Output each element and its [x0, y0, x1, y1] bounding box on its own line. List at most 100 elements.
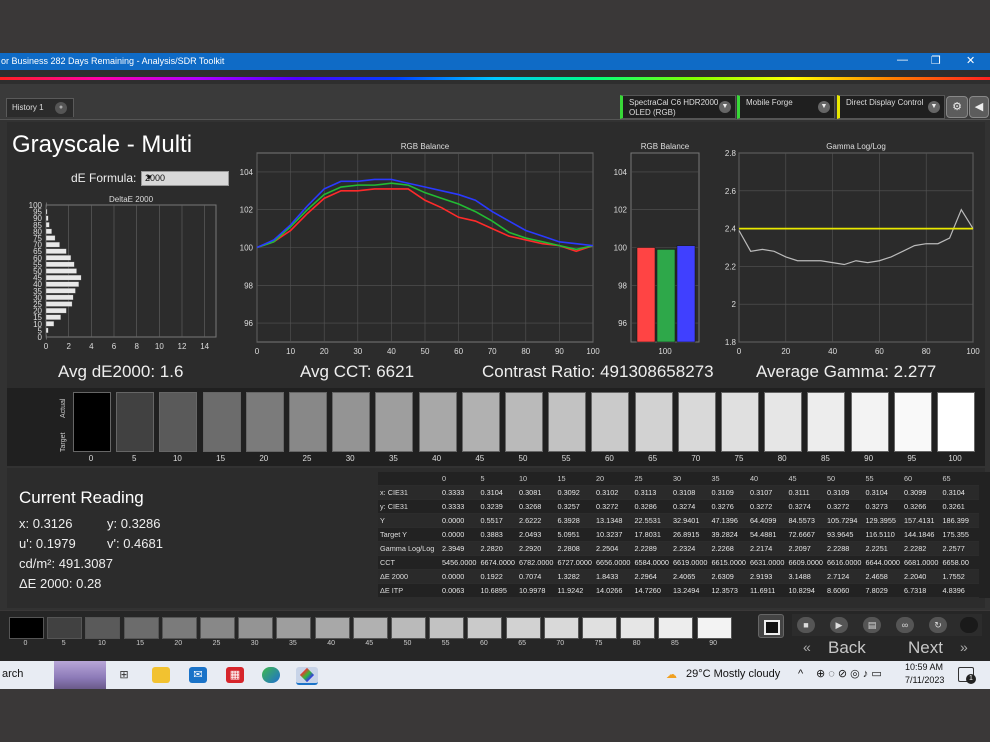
- gray-swatch[interactable]: [375, 392, 414, 452]
- table-header-cell: 35: [709, 472, 748, 486]
- mail-icon[interactable]: ✉: [189, 667, 207, 683]
- clock-time[interactable]: 10:59 AM: [905, 662, 943, 672]
- chevron-up-icon[interactable]: ^: [798, 668, 803, 680]
- table-row[interactable]: Target Y 0.0000 0.3883 2.0493 5.0951 10.3237 1…: [378, 527, 979, 542]
- weather-icon: ☁: [666, 669, 677, 681]
- bottom-swatch[interactable]: [47, 617, 83, 639]
- gamma-chart-title: Gamma Log/Log: [826, 142, 886, 151]
- search-box[interactable]: arch: [2, 668, 23, 680]
- bottom-swatch[interactable]: [314, 617, 350, 639]
- link-icon[interactable]: ∞: [896, 617, 914, 633]
- table-row[interactable]: Gamma Log/Log 2.3949 2.2820 2.2920 2.2808 2.2…: [378, 541, 979, 556]
- gamma-y-tick-label: 1.8: [725, 338, 737, 347]
- table-cell: 6619.0000: [671, 555, 710, 570]
- gray-swatch[interactable]: [893, 392, 932, 452]
- bottom-swatch[interactable]: [9, 617, 44, 639]
- gray-swatch[interactable]: [807, 392, 846, 452]
- bottom-swatch[interactable]: [658, 617, 694, 639]
- table-cell: 6.3928: [555, 513, 594, 528]
- table-cell: 6656.0000: [594, 555, 633, 570]
- delta-e-x-tick-label: 8: [134, 342, 139, 351]
- weather-text[interactable]: 29°C Mostly cloudy: [686, 668, 780, 680]
- bottom-swatch[interactable]: [543, 617, 579, 639]
- bottom-swatch[interactable]: [200, 617, 235, 639]
- table-cell: 2.2097: [786, 541, 825, 556]
- bottom-swatch[interactable]: [582, 617, 617, 639]
- system-tray-icons[interactable]: ⊕ ◌ ⊘ ◎ ♪ ▭: [816, 667, 882, 680]
- delta-e-bar: [45, 327, 49, 334]
- table-cell: 0.3272: [825, 499, 864, 514]
- table-cell: 7.8029: [863, 583, 902, 598]
- record-button[interactable]: [758, 614, 784, 638]
- gray-swatch[interactable]: [850, 392, 889, 452]
- gray-swatch[interactable]: [634, 392, 673, 452]
- table-cell: 0.3092: [555, 485, 594, 500]
- table-cell: 0.3099: [902, 485, 941, 500]
- gray-swatch[interactable]: [159, 392, 198, 452]
- gray-swatch[interactable]: [418, 392, 457, 452]
- gray-swatch[interactable]: [937, 392, 975, 452]
- rgb-balance-x-tick-label: 10: [286, 347, 295, 356]
- gray-swatch[interactable]: [202, 392, 241, 452]
- bottom-swatch[interactable]: [429, 617, 465, 639]
- gray-swatch[interactable]: [116, 392, 155, 452]
- table-row[interactable]: CCT 5456.0000 6674.0000 6782.0000 6727.0000 6…: [378, 555, 979, 570]
- table-row[interactable]: y: CIE31 0.3333 0.3239 0.3268 0.3257 0.3272 0.…: [378, 499, 979, 514]
- bottom-swatch[interactable]: [696, 617, 732, 639]
- bottom-swatch[interactable]: [391, 617, 426, 639]
- clock-date[interactable]: 7/11/2023: [905, 675, 944, 685]
- table-cell: 2.2174: [748, 541, 787, 556]
- table-cell: 26.8915: [671, 527, 710, 542]
- bottom-swatch[interactable]: [85, 617, 121, 639]
- bottom-swatch[interactable]: [123, 617, 159, 639]
- table-cell: 0.0063: [440, 583, 479, 598]
- task-view-icon[interactable]: ⊞: [115, 667, 133, 683]
- bottom-swatch[interactable]: [161, 617, 197, 639]
- table-row[interactable]: ΔE ITP 0.0063 10.6895 10.9978 11.9242 14.0266…: [378, 583, 979, 598]
- table-header-cell: 40: [748, 472, 787, 486]
- table-row-label: x: CIE31: [378, 485, 440, 500]
- delta-e-chart-title: DeltaE 2000: [109, 195, 154, 204]
- bottom-swatch[interactable]: [467, 617, 503, 639]
- gray-swatch[interactable]: [591, 392, 630, 452]
- edge-browser-icon[interactable]: [262, 667, 280, 683]
- gray-swatch[interactable]: [677, 392, 716, 452]
- bottom-swatch[interactable]: [352, 617, 388, 639]
- gray-swatch[interactable]: [289, 392, 327, 452]
- swatch-label: 10: [172, 454, 182, 463]
- current-de: ΔE 2000: 0.28: [19, 576, 102, 591]
- table-cell: 0.3104: [478, 485, 517, 500]
- table-row[interactable]: x: CIE31 0.3333 0.3104 0.3081 0.3092 0.3102 0.…: [378, 485, 979, 500]
- readings-table[interactable]: 0 5 10 15 20 25 30 35 40 45 50 55 60 65 x: CIE31 0.3333…: [378, 472, 990, 598]
- gray-swatch[interactable]: [461, 392, 500, 452]
- swatch-label: 90: [864, 454, 874, 463]
- back-button[interactable]: « Back: [797, 638, 881, 658]
- gamma-x-tick-label: 20: [781, 347, 790, 356]
- next-button[interactable]: Next »: [900, 638, 984, 658]
- bottom-swatch[interactable]: [276, 617, 312, 639]
- calendar-app-icon[interactable]: ▦: [226, 667, 244, 683]
- refresh-icon[interactable]: ↻: [929, 617, 947, 633]
- table-cell: 6609.0000: [786, 555, 825, 570]
- gray-swatch[interactable]: [245, 392, 284, 452]
- gamma-plot-frame: [738, 152, 974, 343]
- bottom-swatch[interactable]: [238, 617, 274, 639]
- gray-swatch[interactable]: [764, 392, 803, 452]
- gray-swatch[interactable]: [73, 392, 111, 452]
- bottom-swatch[interactable]: [505, 617, 541, 639]
- swatch-label: 55: [561, 454, 571, 463]
- file-explorer-icon[interactable]: [152, 667, 170, 683]
- gray-swatch[interactable]: [548, 392, 587, 452]
- table-row[interactable]: ΔE 2000 0.0000 0.1922 0.7074 1.3282 1.8433 2.2…: [378, 569, 979, 584]
- calman-app-icon[interactable]: [296, 667, 318, 685]
- rgb-bar-y-tick-label: 98: [618, 281, 627, 290]
- stop-circle-icon[interactable]: ■: [797, 617, 815, 633]
- bottom-swatch[interactable]: [620, 617, 656, 639]
- lavender-image-icon[interactable]: [54, 661, 106, 689]
- save-icon[interactable]: ▤: [863, 617, 881, 633]
- gray-swatch[interactable]: [721, 392, 759, 452]
- gray-swatch[interactable]: [332, 392, 371, 452]
- table-row[interactable]: Y 0.0000 0.5517 2.6222 6.3928 13.1348 22.5531 3…: [378, 513, 979, 528]
- play-icon[interactable]: ▶: [830, 617, 848, 633]
- gray-swatch[interactable]: [505, 392, 543, 452]
